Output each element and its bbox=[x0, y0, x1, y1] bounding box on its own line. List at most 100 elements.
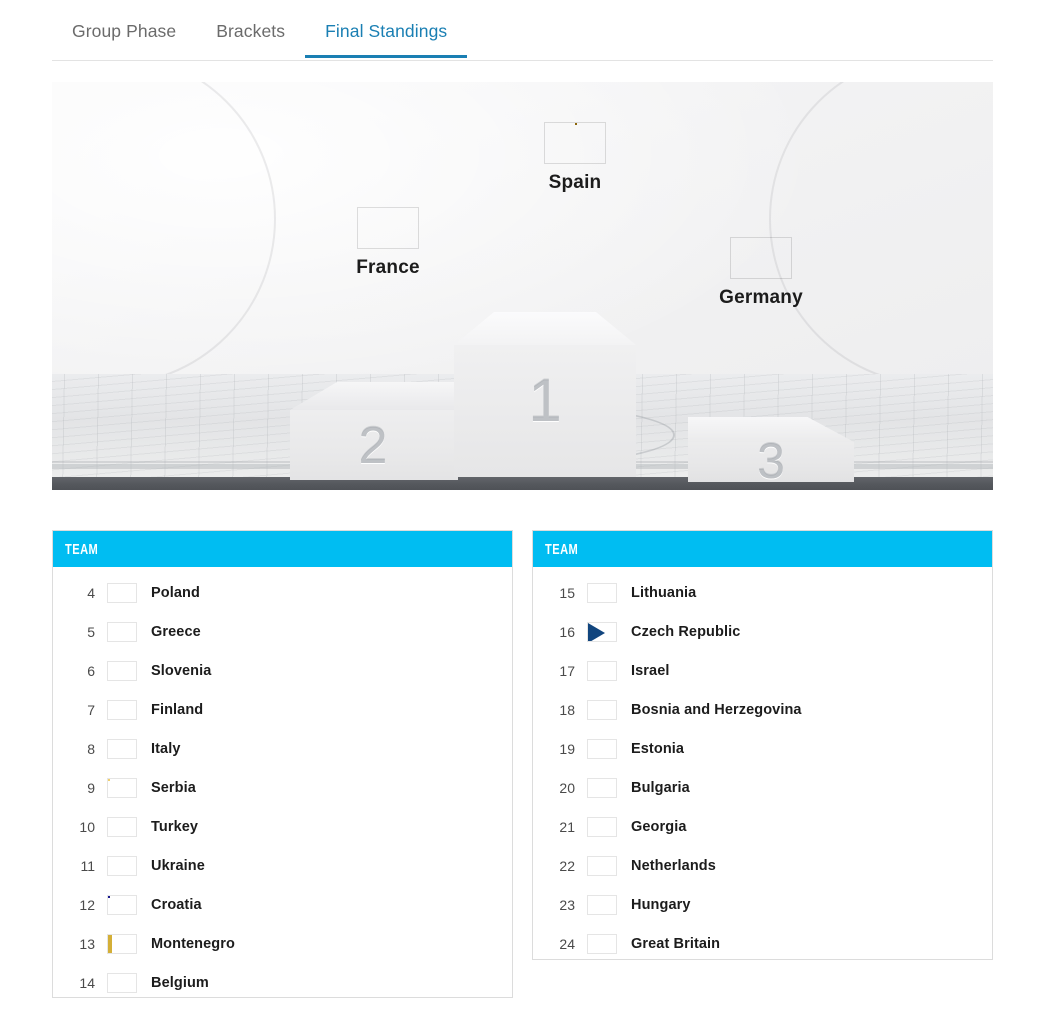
flag-montenegro-icon bbox=[107, 933, 137, 954]
table-row[interactable]: 20 Bulgaria bbox=[533, 768, 992, 807]
flag-croatia-icon bbox=[107, 894, 137, 915]
team-rank: 9 bbox=[87, 779, 95, 796]
flag-netherlands-icon bbox=[587, 855, 617, 876]
flag-slovenia-icon bbox=[107, 660, 137, 681]
team-rank: 6 bbox=[87, 662, 95, 679]
podium-number-3: 3 bbox=[757, 433, 785, 489]
team-name: Estonia bbox=[631, 740, 685, 757]
team-name: Greece bbox=[151, 623, 201, 640]
flag-czech-icon bbox=[587, 621, 617, 642]
team-name: Croatia bbox=[151, 896, 202, 913]
standings-table-right-header: TEAM bbox=[533, 531, 992, 567]
team-name: Serbia bbox=[151, 779, 196, 796]
flag-finland-icon bbox=[107, 699, 137, 720]
team-rank: 19 bbox=[559, 740, 575, 757]
podium-number-2: 2 bbox=[358, 417, 388, 475]
tab-brackets[interactable]: Brackets bbox=[196, 18, 305, 57]
standings-table-left: TEAM 4 Poland 5 Greece 6 Slovenia 7 Finland 8 Ita… bbox=[52, 530, 513, 998]
podium-block-first: 1 bbox=[454, 312, 636, 477]
table-row[interactable]: 14 Belgium bbox=[53, 963, 512, 1002]
podium-winner-first-name: Spain bbox=[548, 172, 602, 193]
table-row[interactable]: 19 Estonia bbox=[533, 729, 992, 768]
table-row[interactable]: 10 Turkey bbox=[53, 807, 512, 846]
table-row[interactable]: 22 Netherlands bbox=[533, 846, 992, 885]
table-row[interactable]: 18 Bosnia and Herzegovina bbox=[533, 690, 992, 729]
team-name: Poland bbox=[151, 584, 200, 601]
table-row[interactable]: 6 Slovenia bbox=[53, 651, 512, 690]
column-header-team: TEAM bbox=[545, 540, 579, 558]
team-rank: 12 bbox=[79, 896, 95, 913]
team-name: Montenegro bbox=[151, 935, 235, 952]
podium-block-second: 2 bbox=[290, 382, 458, 480]
team-rank: 22 bbox=[559, 857, 575, 874]
table-row[interactable]: 5 Greece bbox=[53, 612, 512, 651]
team-name: Bosnia and Herzegovina bbox=[631, 701, 802, 718]
team-name: Italy bbox=[151, 740, 181, 757]
flag-italy-icon bbox=[107, 738, 137, 759]
podium-block-first-top bbox=[454, 312, 636, 345]
table-row[interactable]: 15 Lithuania bbox=[533, 573, 992, 612]
team-name: Czech Republic bbox=[631, 623, 741, 640]
team-rank: 21 bbox=[559, 818, 575, 835]
podium-panel: 2 3 1 Spain France Germany bbox=[52, 82, 993, 490]
team-rank: 14 bbox=[79, 974, 95, 991]
standings-table-left-header: TEAM bbox=[53, 531, 512, 567]
flag-bosnia-icon bbox=[587, 699, 617, 720]
team-rank: 16 bbox=[559, 623, 575, 640]
podium-winner-second-name: France bbox=[356, 257, 420, 278]
podium-block-third: 3 bbox=[688, 417, 854, 489]
table-row[interactable]: 12 Croatia bbox=[53, 885, 512, 924]
flag-belgium-icon bbox=[107, 972, 137, 993]
team-name: Lithuania bbox=[631, 584, 697, 601]
flag-greece-icon bbox=[107, 621, 137, 642]
team-rank: 18 bbox=[559, 701, 575, 718]
team-rank: 20 bbox=[559, 779, 575, 796]
table-row[interactable]: 7 Finland bbox=[53, 690, 512, 729]
podium-block-third-face: 3 bbox=[688, 433, 854, 489]
team-name: Turkey bbox=[151, 818, 199, 835]
team-rank: 10 bbox=[79, 818, 95, 835]
table-row[interactable]: 11 Ukraine bbox=[53, 846, 512, 885]
podium-winner-second: France bbox=[288, 207, 488, 279]
flag-spain-icon bbox=[544, 122, 606, 164]
table-row[interactable]: 9 Serbia bbox=[53, 768, 512, 807]
flag-germany-icon bbox=[730, 237, 792, 279]
table-row[interactable]: 16 Czech Republic bbox=[533, 612, 992, 651]
flag-lithuania-icon bbox=[587, 582, 617, 603]
tab-group-phase[interactable]: Group Phase bbox=[52, 18, 196, 57]
podium-block-first-face: 1 bbox=[454, 345, 636, 477]
flag-bulgaria-icon bbox=[587, 777, 617, 798]
team-name: Bulgaria bbox=[631, 779, 690, 796]
team-rank: 23 bbox=[559, 896, 575, 913]
flag-france-icon bbox=[357, 207, 419, 249]
tab-final-standings[interactable]: Final Standings bbox=[305, 18, 468, 58]
table-row[interactable]: 23 Hungary bbox=[533, 885, 992, 924]
podium-block-second-face: 2 bbox=[290, 410, 458, 480]
team-rank: 15 bbox=[559, 584, 575, 601]
standings-table-left-body: 4 Poland 5 Greece 6 Slovenia 7 Finland 8 Italy 9 Se… bbox=[53, 567, 512, 1008]
table-row[interactable]: 4 Poland bbox=[53, 573, 512, 612]
table-row[interactable]: 17 Israel bbox=[533, 651, 992, 690]
podium-winner-third: Germany bbox=[661, 237, 861, 309]
team-rank: 17 bbox=[559, 662, 575, 679]
table-row[interactable]: 21 Georgia bbox=[533, 807, 992, 846]
team-name: Hungary bbox=[631, 896, 691, 913]
flag-georgia-icon bbox=[587, 816, 617, 837]
table-row[interactable]: 24 Great Britain bbox=[533, 924, 992, 963]
flag-serbia-icon bbox=[107, 777, 137, 798]
team-rank: 7 bbox=[87, 701, 95, 718]
standings-table-right-body: 15 Lithuania 16 Czech Republic 17 Israel 18 Bos… bbox=[533, 567, 992, 969]
podium-winner-third-name: Germany bbox=[719, 287, 803, 308]
team-name: Slovenia bbox=[151, 662, 212, 679]
table-row[interactable]: 13 Montenegro bbox=[53, 924, 512, 963]
column-header-team: TEAM bbox=[65, 540, 99, 558]
team-name: Finland bbox=[151, 701, 204, 718]
team-rank: 4 bbox=[87, 584, 95, 601]
team-name: Great Britain bbox=[631, 935, 721, 952]
flag-hungary-icon bbox=[587, 894, 617, 915]
team-rank: 13 bbox=[79, 935, 95, 952]
team-rank: 8 bbox=[87, 740, 95, 757]
table-row[interactable]: 8 Italy bbox=[53, 729, 512, 768]
team-rank: 11 bbox=[80, 857, 95, 874]
flag-poland-icon bbox=[107, 582, 137, 603]
